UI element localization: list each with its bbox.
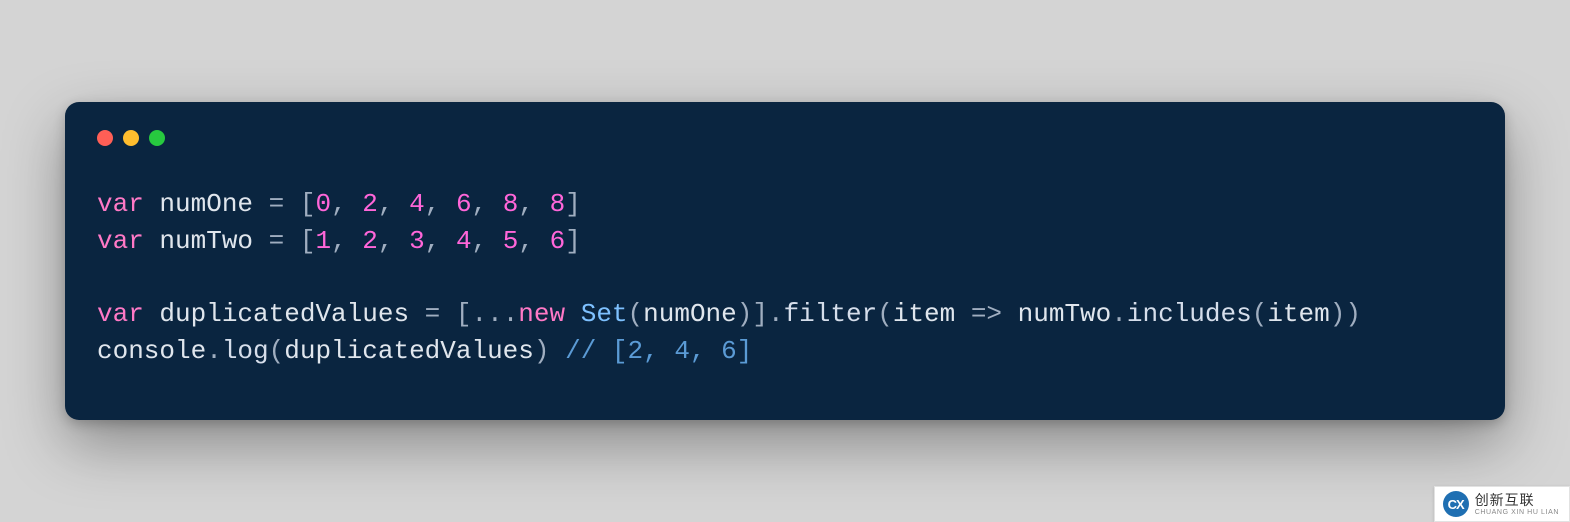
code-line: var numTwo = [1, 2, 3, 4, 5, 6] bbox=[97, 226, 581, 256]
watermark-line2: CHUANG XIN HU LIAN bbox=[1475, 509, 1559, 516]
code-token: ( bbox=[1252, 299, 1268, 329]
window-controls bbox=[97, 130, 1473, 146]
code-token: ] bbox=[565, 226, 581, 256]
code-token: 0 bbox=[315, 189, 331, 219]
code-token: , bbox=[378, 189, 409, 219]
code-token: . bbox=[206, 336, 222, 366]
code-token: 6 bbox=[456, 189, 472, 219]
stage: var numOne = [0, 2, 4, 6, 8, 8] var numT… bbox=[0, 0, 1570, 522]
code-token: = [ bbox=[269, 189, 316, 219]
code-token: = [ bbox=[269, 226, 316, 256]
code-token: 2 bbox=[362, 226, 378, 256]
code-token: numOne bbox=[159, 189, 268, 219]
code-token: , bbox=[518, 226, 549, 256]
code-token: includes bbox=[1127, 299, 1252, 329]
code-token: var bbox=[97, 226, 159, 256]
code-token: var bbox=[97, 299, 159, 329]
code-token: ( bbox=[269, 336, 285, 366]
zoom-icon[interactable] bbox=[149, 130, 165, 146]
watermark-text: 创新互联 CHUANG XIN HU LIAN bbox=[1475, 493, 1559, 516]
code-token: var bbox=[97, 189, 159, 219]
code-token: console bbox=[97, 336, 206, 366]
code-line: console.log(duplicatedValues) // [2, 4, … bbox=[97, 336, 752, 366]
code-token: filter bbox=[784, 299, 878, 329]
code-token: => bbox=[971, 299, 1018, 329]
code-token: )) bbox=[1330, 299, 1361, 329]
code-token: duplicatedValues bbox=[284, 336, 534, 366]
code-token: , bbox=[331, 226, 362, 256]
watermark-line1: 创新互联 bbox=[1475, 493, 1559, 507]
code-token: 8 bbox=[503, 189, 519, 219]
code-token: 4 bbox=[409, 189, 425, 219]
code-token: ] bbox=[565, 189, 581, 219]
code-token: // [2, 4, 6] bbox=[565, 336, 752, 366]
watermark-logo-icon: CX bbox=[1443, 491, 1469, 517]
code-block: var numOne = [0, 2, 4, 6, 8, 8] var numT… bbox=[97, 186, 1473, 371]
code-token: 5 bbox=[503, 226, 519, 256]
code-token: numTwo bbox=[159, 226, 268, 256]
code-token: , bbox=[425, 189, 456, 219]
minimize-icon[interactable] bbox=[123, 130, 139, 146]
code-token: new bbox=[518, 299, 580, 329]
code-token: , bbox=[378, 226, 409, 256]
code-token: ) bbox=[534, 336, 565, 366]
code-token: , bbox=[472, 189, 503, 219]
code-token: item bbox=[1267, 299, 1329, 329]
code-token: , bbox=[331, 189, 362, 219]
code-token: 3 bbox=[409, 226, 425, 256]
watermark-abbr: CX bbox=[1448, 497, 1464, 512]
code-token: Set bbox=[581, 299, 628, 329]
code-line: var numOne = [0, 2, 4, 6, 8, 8] bbox=[97, 189, 581, 219]
code-token: , bbox=[518, 189, 549, 219]
code-token: numTwo bbox=[1018, 299, 1112, 329]
code-token: ... bbox=[471, 299, 518, 329]
code-token: , bbox=[425, 226, 456, 256]
code-token: = [ bbox=[425, 299, 472, 329]
code-token: log bbox=[222, 336, 269, 366]
code-token: , bbox=[472, 226, 503, 256]
code-token: item bbox=[893, 299, 971, 329]
code-line: var duplicatedValues = [...new Set(numOn… bbox=[97, 299, 1361, 329]
code-token: numOne bbox=[643, 299, 737, 329]
code-window: var numOne = [0, 2, 4, 6, 8, 8] var numT… bbox=[65, 102, 1505, 421]
code-token: )]. bbox=[737, 299, 784, 329]
code-token: 2 bbox=[362, 189, 378, 219]
code-token: 1 bbox=[315, 226, 331, 256]
code-token: . bbox=[1111, 299, 1127, 329]
close-icon[interactable] bbox=[97, 130, 113, 146]
code-token: duplicatedValues bbox=[159, 299, 424, 329]
code-token: ( bbox=[877, 299, 893, 329]
code-token: ( bbox=[628, 299, 644, 329]
code-token: 8 bbox=[550, 189, 566, 219]
code-token: 4 bbox=[456, 226, 472, 256]
watermark: CX 创新互联 CHUANG XIN HU LIAN bbox=[1434, 486, 1570, 522]
code-token: 6 bbox=[550, 226, 566, 256]
